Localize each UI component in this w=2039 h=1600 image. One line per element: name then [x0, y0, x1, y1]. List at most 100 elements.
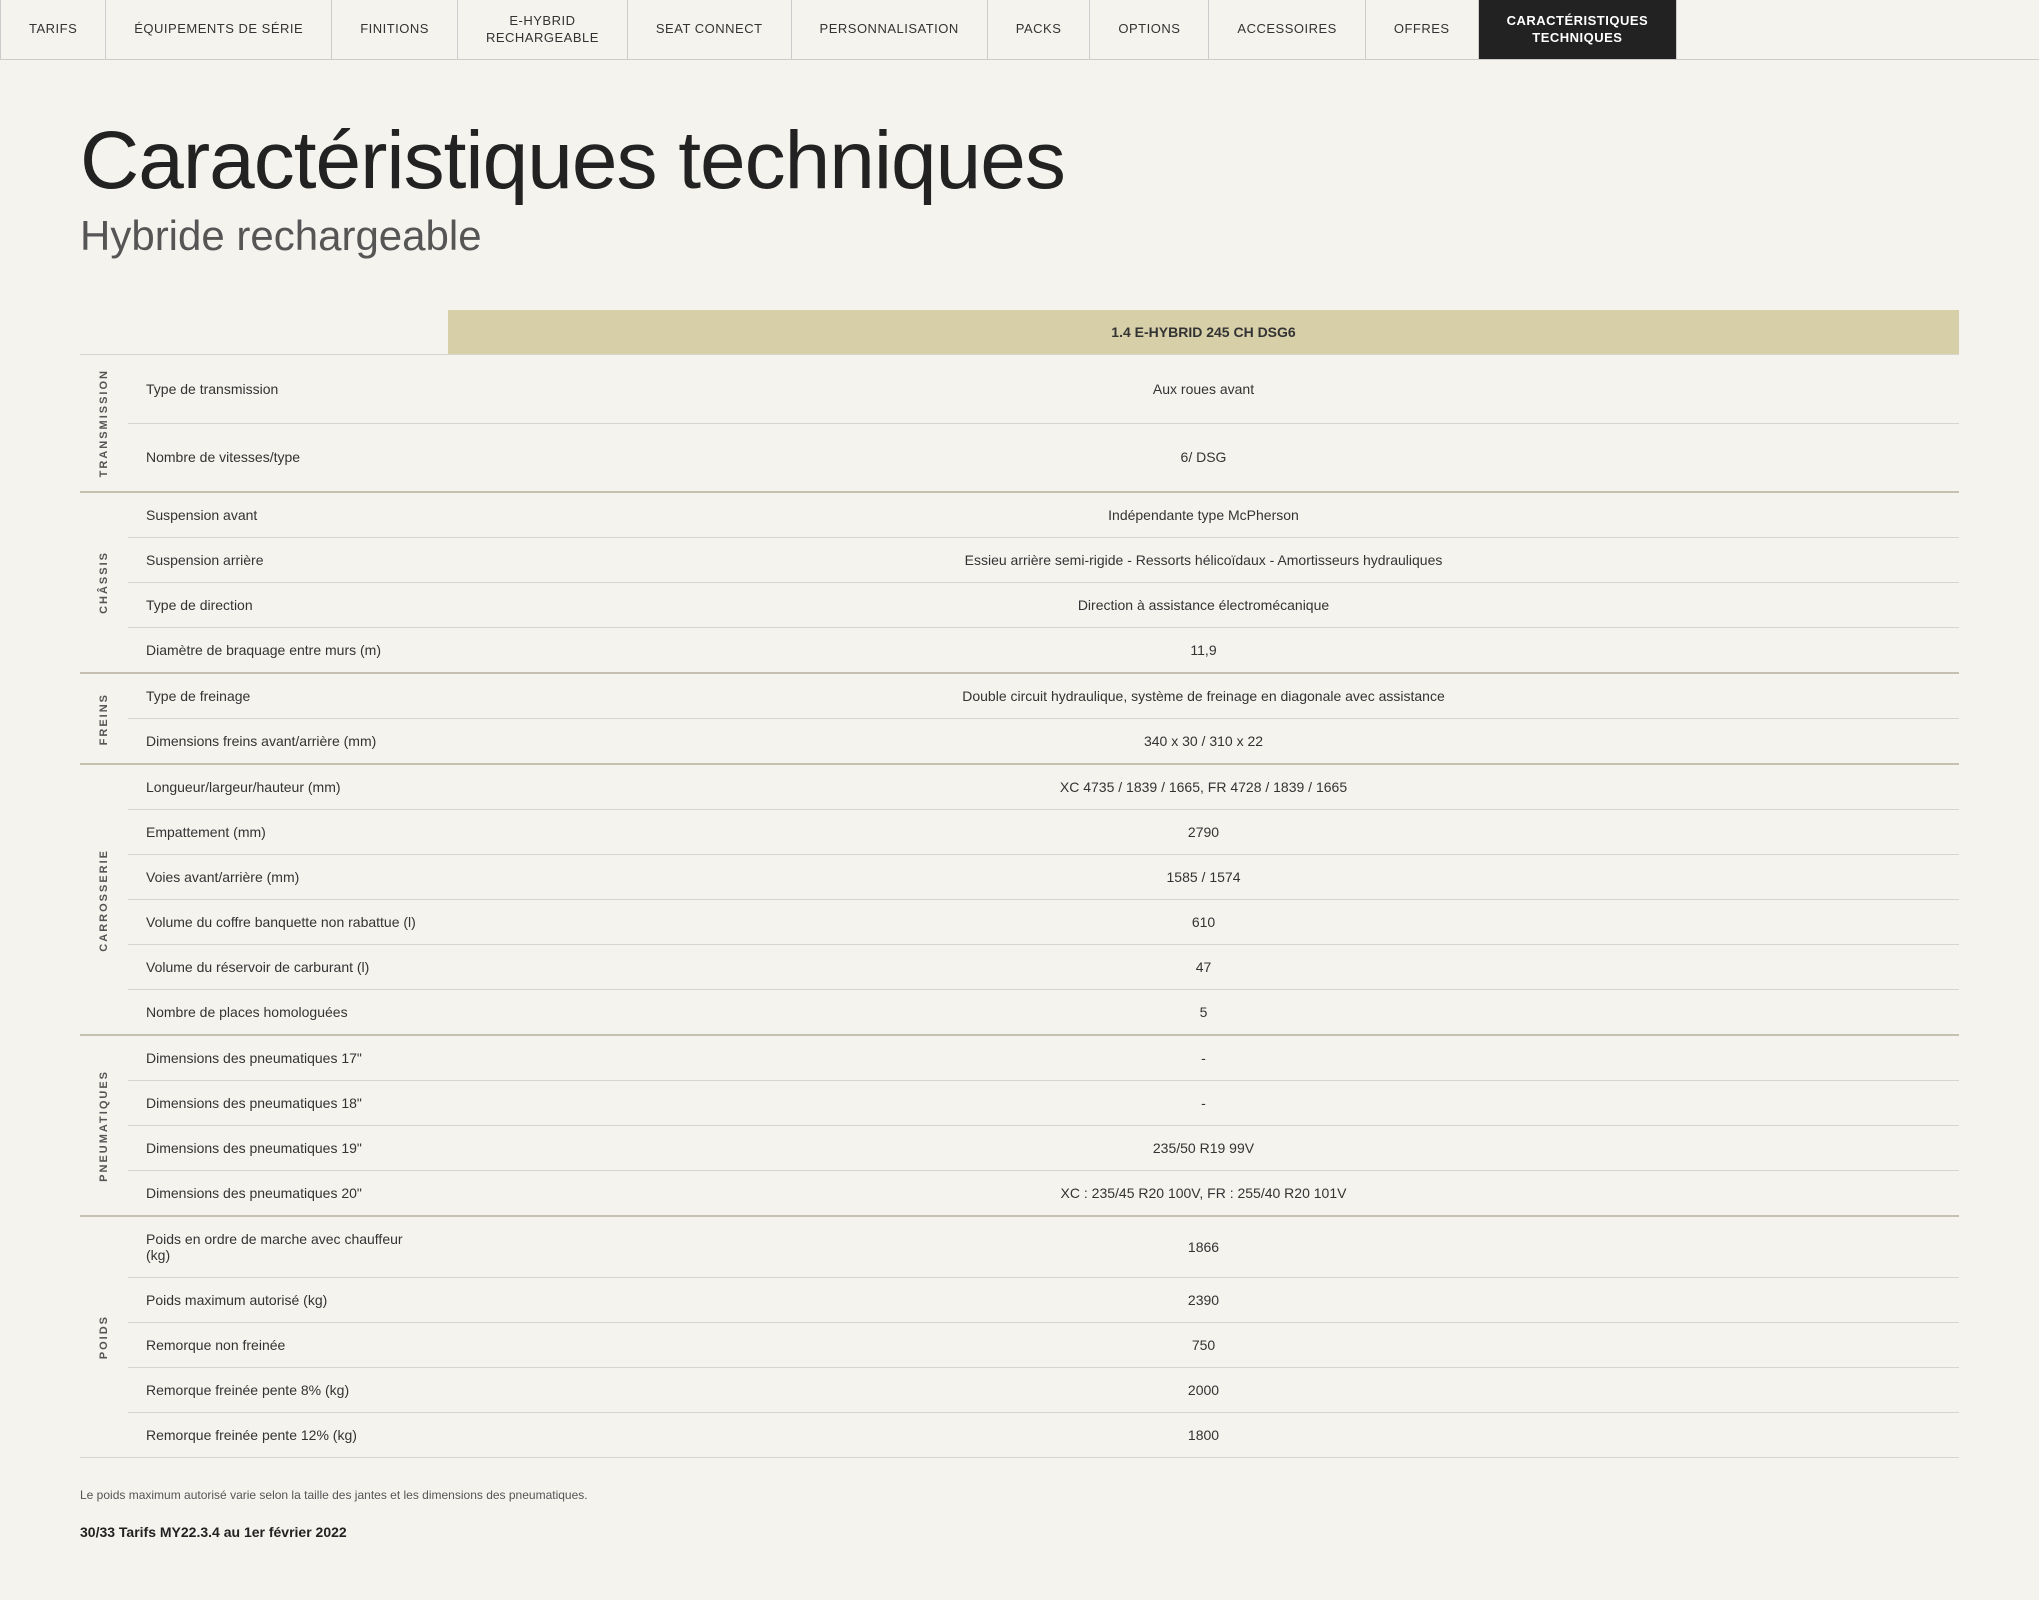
footnote: Le poids maximum autorisé varie selon la… — [80, 1488, 1959, 1502]
spec-name: Volume du coffre banquette non rabattue … — [128, 900, 448, 945]
spec-name: Poids en ordre de marche avec chauffeur … — [128, 1216, 448, 1278]
spec-value: 610 — [448, 900, 1959, 945]
nav-item-tarifs[interactable]: TARIFS — [0, 0, 106, 59]
spec-value: - — [448, 1035, 1959, 1081]
spec-name: Type de transmission — [128, 355, 448, 424]
nav-item-offres[interactable]: OFFRES — [1366, 0, 1479, 59]
category-label-cell: POIDS — [80, 1216, 128, 1458]
spec-name: Volume du réservoir de carburant (l) — [128, 945, 448, 990]
spec-value: 2390 — [448, 1278, 1959, 1323]
category-label-cell: TRANSMISSION — [80, 355, 128, 493]
spec-name: Dimensions des pneumatiques 20" — [128, 1171, 448, 1217]
category-label: POIDS — [98, 1315, 110, 1359]
spec-name: Nombre de places homologuées — [128, 990, 448, 1036]
spec-name: Empattement (mm) — [128, 810, 448, 855]
spec-name: Type de freinage — [128, 673, 448, 719]
spec-value: 340 x 30 / 310 x 22 — [448, 719, 1959, 765]
table-row: Nombre de vitesses/type6/ DSG — [80, 423, 1959, 492]
column-header-label: 1.4 E-HYBRID 245 CH DSG6 — [448, 310, 1959, 355]
spec-value: 1866 — [448, 1216, 1959, 1278]
nav-item-packs[interactable]: PACKS — [988, 0, 1091, 59]
table-row: Volume du coffre banquette non rabattue … — [80, 900, 1959, 945]
table-row: Dimensions des pneumatiques 19"235/50 R1… — [80, 1126, 1959, 1171]
page-reference: 30/33 Tarifs MY22.3.4 au 1er février 202… — [80, 1524, 1959, 1540]
table-row: Remorque freinée pente 12% (kg)1800 — [80, 1413, 1959, 1458]
table-row: Nombre de places homologuées5 — [80, 990, 1959, 1036]
table-row: Poids maximum autorisé (kg)2390 — [80, 1278, 1959, 1323]
spec-name: Remorque freinée pente 12% (kg) — [128, 1413, 448, 1458]
spec-name: Dimensions freins avant/arrière (mm) — [128, 719, 448, 765]
spec-name: Voies avant/arrière (mm) — [128, 855, 448, 900]
spec-name: Diamètre de braquage entre murs (m) — [128, 628, 448, 674]
table-row: Empattement (mm)2790 — [80, 810, 1959, 855]
table-row: CHÂSSISSuspension avantIndépendante type… — [80, 492, 1959, 538]
table-row: Remorque freinée pente 8% (kg)2000 — [80, 1368, 1959, 1413]
nav-item-options[interactable]: OPTIONS — [1090, 0, 1209, 59]
spec-value: Aux roues avant — [448, 355, 1959, 424]
nav-item-finitions[interactable]: FINITIONS — [332, 0, 458, 59]
spec-name: Nombre de vitesses/type — [128, 423, 448, 492]
spec-value: Indépendante type McPherson — [448, 492, 1959, 538]
category-label: CARROSSERIE — [98, 849, 110, 952]
spec-name: Longueur/largeur/hauteur (mm) — [128, 764, 448, 810]
spec-value: Direction à assistance électromécanique — [448, 583, 1959, 628]
table-row: Suspension arrièreEssieu arrière semi-ri… — [80, 538, 1959, 583]
table-row: Remorque non freinée750 — [80, 1323, 1959, 1368]
spec-value: 11,9 — [448, 628, 1959, 674]
spec-value: 2790 — [448, 810, 1959, 855]
table-row: Dimensions freins avant/arrière (mm)340 … — [80, 719, 1959, 765]
table-row: Dimensions des pneumatiques 18"- — [80, 1081, 1959, 1126]
nav-item-accessoires[interactable]: ACCESSOIRES — [1209, 0, 1365, 59]
category-label-cell: PNEUMATIQUES — [80, 1035, 128, 1216]
table-row: TRANSMISSIONType de transmissionAux roue… — [80, 355, 1959, 424]
table-row: Diamètre de braquage entre murs (m)11,9 — [80, 628, 1959, 674]
spec-value: 5 — [448, 990, 1959, 1036]
spec-name: Dimensions des pneumatiques 18" — [128, 1081, 448, 1126]
spec-name: Dimensions des pneumatiques 19" — [128, 1126, 448, 1171]
navigation: TARIFSÉQUIPEMENTS DE SÉRIEFINITIONSe-HYB… — [0, 0, 2039, 60]
nav-item-e-hybrid-rechargeabl[interactable]: e-HYBRID RECHARGEABLE — [458, 0, 628, 59]
spec-value: XC 4735 / 1839 / 1665, FR 4728 / 1839 / … — [448, 764, 1959, 810]
table-row: POIDSPoids en ordre de marche avec chauf… — [80, 1216, 1959, 1278]
nav-item-équipements-de-série[interactable]: ÉQUIPEMENTS DE SÉRIE — [106, 0, 332, 59]
category-label-cell: CARROSSERIE — [80, 764, 128, 1035]
table-row: Voies avant/arrière (mm)1585 / 1574 — [80, 855, 1959, 900]
spec-name: Suspension avant — [128, 492, 448, 538]
category-label-cell: CHÂSSIS — [80, 492, 128, 673]
table-row: CARROSSERIELongueur/largeur/hauteur (mm)… — [80, 764, 1959, 810]
table-row: FREINSType de freinageDouble circuit hyd… — [80, 673, 1959, 719]
spec-name: Remorque freinée pente 8% (kg) — [128, 1368, 448, 1413]
spec-value: 1800 — [448, 1413, 1959, 1458]
nav-item-personnalisation[interactable]: PERSONNALISATION — [792, 0, 988, 59]
spec-name: Poids maximum autorisé (kg) — [128, 1278, 448, 1323]
page-title: Caractéristiques techniques — [80, 120, 1959, 202]
category-label-cell: FREINS — [80, 673, 128, 764]
spec-name: Suspension arrière — [128, 538, 448, 583]
spec-value: 47 — [448, 945, 1959, 990]
table-row: PNEUMATIQUESDimensions des pneumatiques … — [80, 1035, 1959, 1081]
spec-value: 1585 / 1574 — [448, 855, 1959, 900]
spec-value: XC : 235/45 R20 100V, FR : 255/40 R20 10… — [448, 1171, 1959, 1217]
spec-value: Essieu arrière semi-rigide - Ressorts hé… — [448, 538, 1959, 583]
spec-table: 1.4 E-HYBRID 245 CH DSG6TRANSMISSIONType… — [80, 310, 1959, 1458]
spec-value: Double circuit hydraulique, système de f… — [448, 673, 1959, 719]
table-row: Dimensions des pneumatiques 20"XC : 235/… — [80, 1171, 1959, 1217]
page-subtitle: Hybride rechargeable — [80, 212, 1959, 260]
spec-value: 6/ DSG — [448, 423, 1959, 492]
spec-name: Remorque non freinée — [128, 1323, 448, 1368]
category-label: CHÂSSIS — [98, 551, 110, 614]
spec-value: 750 — [448, 1323, 1959, 1368]
spec-value: - — [448, 1081, 1959, 1126]
nav-item-caractéristiques-tec[interactable]: CARACTÉRISTIQUES TECHNIQUES — [1479, 0, 1678, 59]
column-header-row: 1.4 E-HYBRID 245 CH DSG6 — [80, 310, 1959, 355]
table-row: Volume du réservoir de carburant (l)47 — [80, 945, 1959, 990]
spec-value: 235/50 R19 99V — [448, 1126, 1959, 1171]
page-content: Caractéristiques techniques Hybride rech… — [0, 60, 2039, 1600]
nav-item-seat-connect[interactable]: SEAT CONNECT — [628, 0, 792, 59]
category-label: TRANSMISSION — [98, 369, 110, 477]
table-row: Type de directionDirection à assistance … — [80, 583, 1959, 628]
category-label: PNEUMATIQUES — [98, 1070, 110, 1182]
spec-name: Dimensions des pneumatiques 17" — [128, 1035, 448, 1081]
spec-name: Type de direction — [128, 583, 448, 628]
spec-value: 2000 — [448, 1368, 1959, 1413]
